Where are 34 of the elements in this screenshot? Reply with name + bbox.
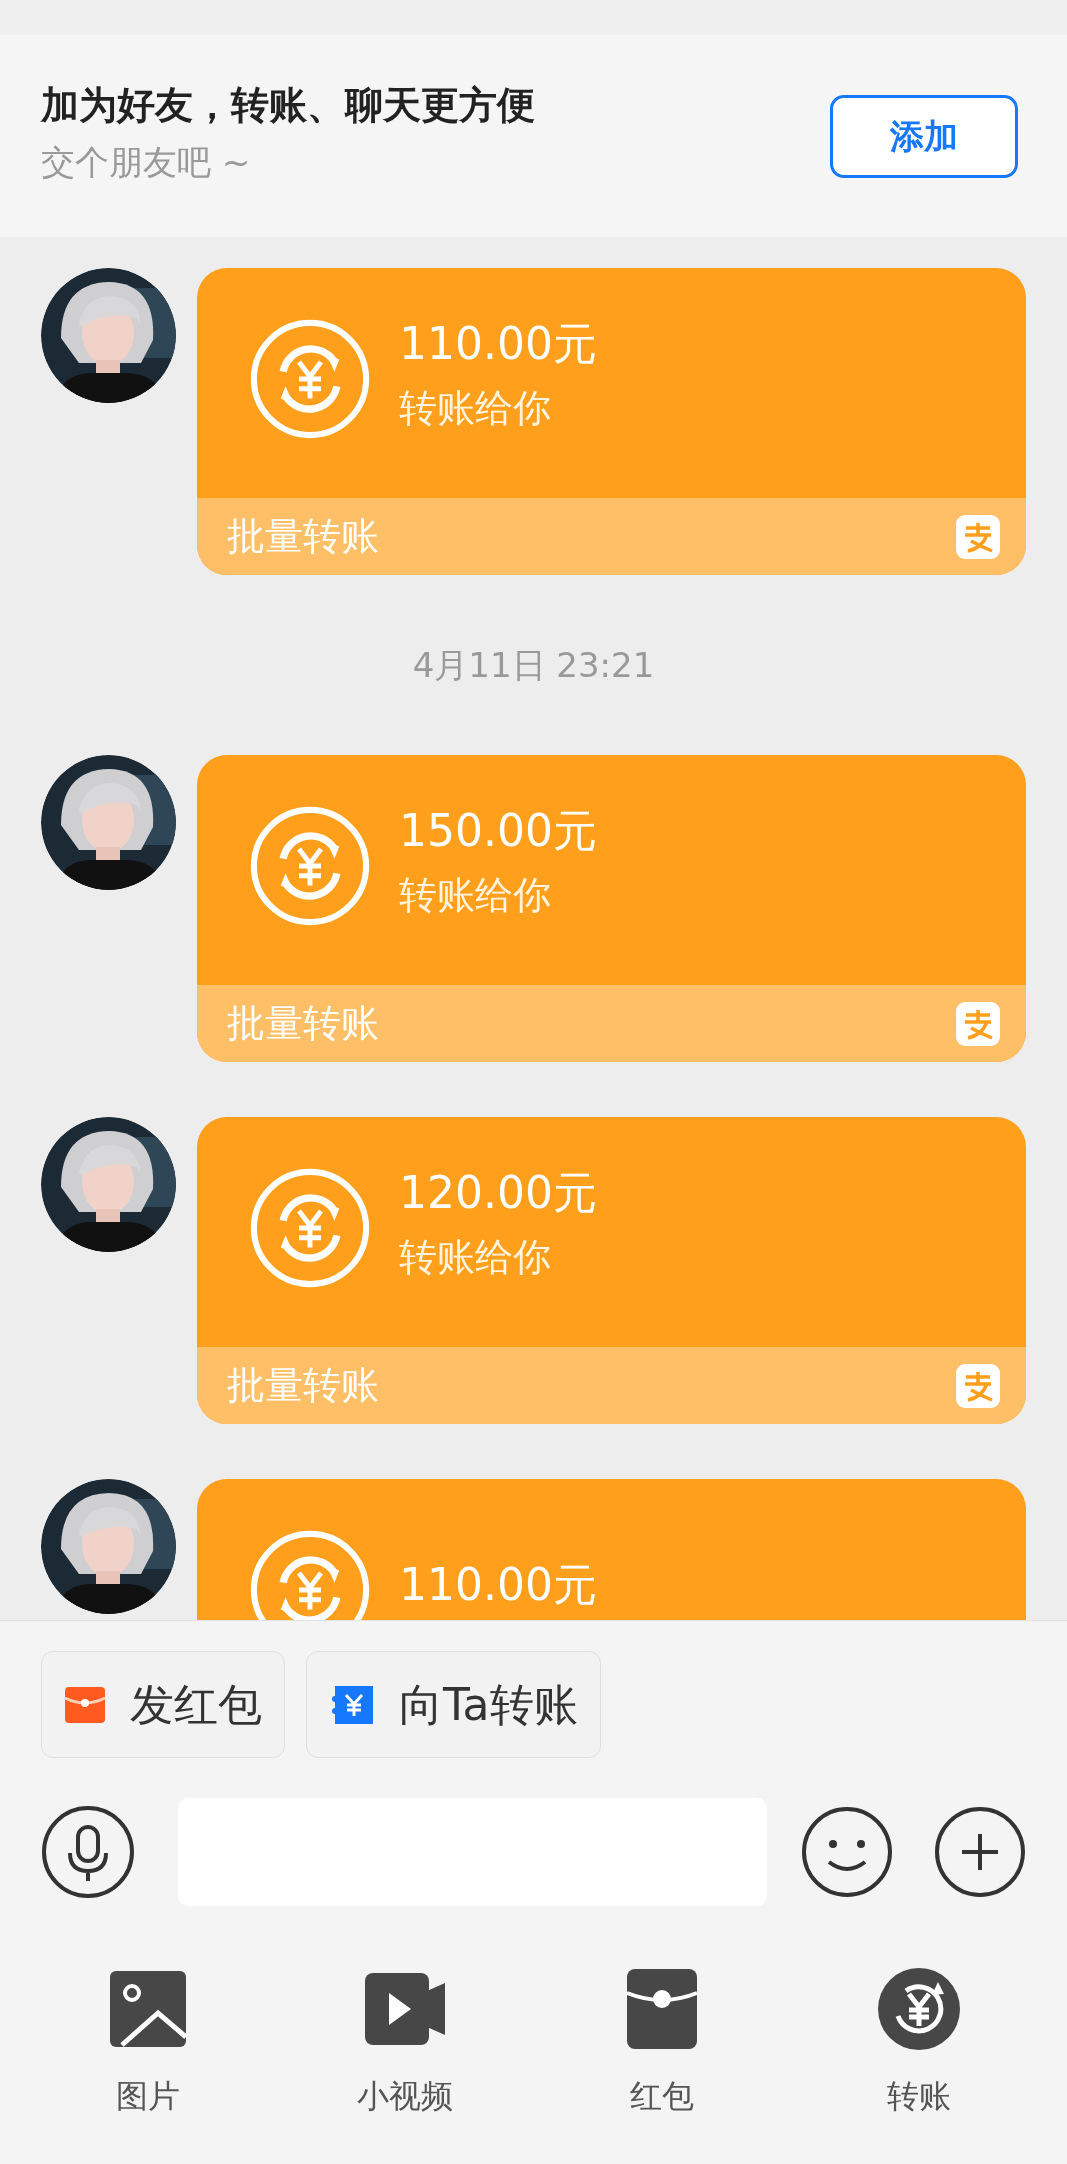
transfer-amount: 110.00元	[399, 1558, 597, 1612]
image-icon	[108, 1969, 189, 2049]
banner-subtitle: 交个朋友吧 ~	[41, 141, 252, 184]
transfer-amount: 150.00元	[399, 804, 597, 858]
quick-action-chip[interactable]: 向Ta转账	[306, 1651, 601, 1758]
toolbar-label[interactable]: 转账	[886, 2072, 951, 2120]
transfer-amount: 110.00元	[399, 317, 597, 371]
pay-logo-icon	[956, 1001, 1000, 1046]
microphone-icon[interactable]	[41, 1805, 135, 1899]
envelope-icon	[624, 1967, 699, 2051]
footer-label: 批量转账	[227, 1000, 379, 1047]
emoji-icon[interactable]	[801, 1806, 893, 1898]
yuan-circle-icon	[875, 1966, 962, 2052]
banner-title: 加为好友，转账、聊天更方便	[41, 82, 535, 129]
quick-action-chip[interactable]: 发红包	[41, 1651, 285, 1758]
transfer-note: 转账给你	[399, 1234, 552, 1281]
transfer-note: 转账给你	[399, 872, 552, 919]
yuan-exchange-icon	[249, 318, 371, 440]
footer-label: 批量转账	[227, 1362, 379, 1409]
yuan-exchange-icon	[249, 805, 371, 927]
transfer-amount: 120.00元	[399, 1166, 597, 1220]
toolbar-label[interactable]: 红包	[629, 2072, 694, 2120]
yuan-exchange-icon	[249, 1167, 371, 1289]
pay-logo-icon	[956, 514, 1000, 559]
pay-logo-icon	[956, 1363, 1000, 1408]
add-friend-button[interactable]: 添加	[830, 94, 1018, 178]
footer-label: 批量转账	[227, 513, 379, 560]
yuan-ticket-icon	[329, 1683, 375, 1726]
timestamp: 4月11日 23:21	[412, 644, 655, 687]
video-camera-icon	[363, 1971, 448, 2047]
plus-icon[interactable]	[934, 1806, 1026, 1898]
toolbar-label[interactable]: 小视频	[357, 2072, 454, 2120]
transfer-note: 转账给你	[399, 385, 552, 432]
toolbar-label[interactable]: 图片	[116, 2072, 181, 2120]
